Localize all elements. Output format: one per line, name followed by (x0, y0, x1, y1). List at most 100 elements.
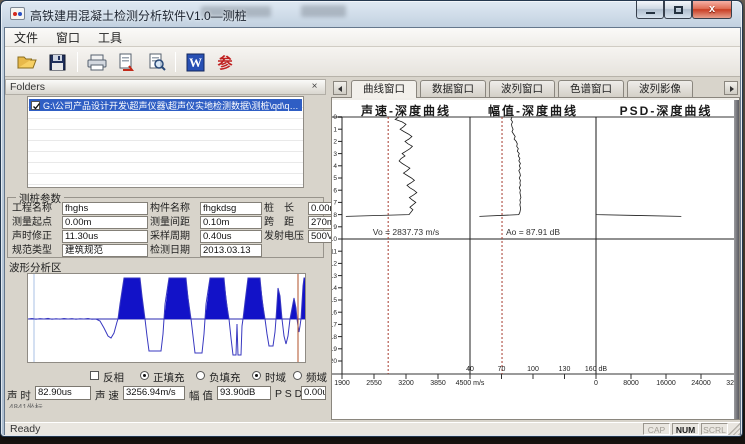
param-field[interactable]: 500V (308, 230, 332, 243)
word-export-button[interactable]: W (183, 50, 207, 74)
toolbar-separator (175, 52, 176, 72)
x-tick-label: 24000 (691, 380, 711, 387)
folders-close-icon[interactable]: × (308, 80, 321, 93)
status-flag-num: NUM (672, 423, 699, 435)
folders-panel-header: Folders × (5, 79, 326, 95)
folder-path: G:\公司产品设计开发\超声仪器\超声仪实地检测数据\测桩\qd\qd03\qd… (43, 99, 302, 111)
svg-text:W: W (189, 55, 202, 70)
depth-curves-plot: 0123456789101112131415161718192019002550… (332, 100, 736, 419)
x-tick-label: 4500 m/s (456, 380, 485, 387)
fill-positive-label: 正填充 (153, 370, 185, 385)
param-field[interactable]: 0.10m (200, 216, 262, 229)
amplitude-depth-header: 幅值-深度曲线 (470, 102, 596, 119)
curve-window-panel: 声速-深度曲线 幅值-深度曲线 PSD-深度曲线 012345678910111… (331, 97, 740, 420)
depth-tick-label: 12 (332, 261, 337, 268)
param-field[interactable]: 0.00m (308, 202, 332, 215)
tab-bar: 曲线窗口 数据窗口 波列窗口 色谱窗口 波列影像 (331, 80, 740, 97)
print-button[interactable] (85, 50, 109, 74)
time-domain-label: 时域 (265, 370, 286, 385)
tab-scroll-right-icon[interactable] (724, 81, 738, 95)
depth-tick-label: 7 (333, 200, 337, 207)
x-tick-label: 1900 (334, 380, 350, 387)
readout-label: 声 时 (7, 388, 31, 403)
folder-list[interactable]: G:\公司产品设计开发\超声仪器\超声仪实地检测数据\测桩\qd\qd03\qd… (27, 96, 304, 188)
sound-velocity-field[interactable]: 3256.94m/s (123, 386, 185, 400)
fill-negative-label: 负填充 (209, 370, 241, 385)
curve-annotation: Ao = 87.91 dB (506, 227, 560, 237)
fill-positive-radio[interactable] (140, 371, 149, 380)
tab-wavetrain-window[interactable]: 波列窗口 (489, 80, 555, 97)
param-label: 跨 距 (264, 216, 306, 229)
depth-tick-label: 5 (333, 175, 337, 182)
app-icon (10, 7, 25, 20)
invert-checkbox[interactable] (90, 371, 99, 380)
fill-negative-radio[interactable] (196, 371, 205, 380)
readout-label: 幅 值 (189, 388, 213, 403)
glass-reflection (301, 5, 346, 17)
save-floppy-icon (49, 54, 66, 71)
depth-tick-label: 19 (332, 346, 337, 353)
close-button[interactable]: x (692, 1, 732, 19)
folder-item[interactable]: G:\公司产品设计开发\超声仪器\超声仪实地检测数据\测桩\qd\qd03\qd… (29, 99, 302, 111)
tab-curve-window[interactable]: 曲线窗口 (351, 80, 417, 98)
time-domain-radio[interactable] (252, 371, 261, 380)
x-tick-label: 0 (594, 380, 598, 387)
depth-curve (479, 117, 521, 216)
depth-tick-label: 13 (332, 273, 337, 280)
param-field[interactable]: 270mm (308, 216, 332, 229)
maximize-button[interactable] (664, 1, 692, 19)
param-field[interactable]: 11.30us (62, 230, 148, 243)
depth-tick-label: 14 (332, 285, 337, 292)
psd-field[interactable]: 0.00us^2/m (301, 386, 326, 400)
tab-data-window[interactable]: 数据窗口 (420, 80, 486, 97)
param-field[interactable]: 2013.03.13 (200, 244, 262, 257)
menu-item-file[interactable]: 文件 (5, 27, 47, 48)
readout-label: P S D (275, 388, 302, 400)
param-field[interactable]: 0.40us (200, 230, 262, 243)
param-field[interactable]: 建筑规范 (62, 244, 148, 257)
x-tick-label: 70 (498, 366, 506, 373)
waveform-canvas (27, 273, 306, 363)
check-icon (32, 102, 41, 111)
resize-grip[interactable] (728, 423, 740, 435)
pile-params-groupbox: 测桩参数 工程名称fhghs构件名称fhgkdsg桩 长0.00m测量起点0.0… (7, 197, 324, 258)
tab-wavetrain-image[interactable]: 波列影像 (627, 80, 693, 97)
status-flag-cap: CAP (643, 423, 670, 435)
param-field[interactable]: 0.00m (62, 216, 148, 229)
menu-item-window[interactable]: 窗口 (47, 27, 89, 48)
depth-tick-label: 8 (333, 212, 337, 219)
param-field[interactable]: fhghs (62, 202, 148, 215)
print-preview-button[interactable] (145, 50, 169, 74)
freq-domain-radio[interactable] (293, 371, 302, 380)
depth-tick-label: 1 (333, 126, 337, 133)
save-button[interactable] (45, 50, 69, 74)
sound-time-field[interactable]: 82.90us (35, 386, 91, 400)
depth-tick-label: 10 (332, 236, 337, 243)
folder-checkbox[interactable] (31, 101, 40, 110)
x-tick-label: 16000 (656, 380, 676, 387)
amplitude-field[interactable]: 93.90dB (217, 386, 271, 400)
depth-tick-label: 18 (332, 334, 337, 341)
export-report-button[interactable] (115, 50, 139, 74)
readout-label: 声 速 (95, 388, 119, 403)
tab-spectrum-window[interactable]: 色谱窗口 (558, 80, 624, 97)
toolbar-separator (77, 52, 78, 72)
vertical-scrollbar[interactable] (734, 100, 739, 419)
page-export-icon (118, 53, 136, 71)
depth-tick-label: 15 (332, 297, 337, 304)
param-label: 采样周期 (150, 230, 198, 243)
folders-title: Folders (10, 81, 45, 93)
depth-tick-label: 3 (333, 151, 337, 158)
waveform-plot (28, 274, 305, 362)
param-field[interactable]: fhgkdsg (200, 202, 262, 215)
minimize-button[interactable] (636, 1, 664, 19)
tab-scroll-left-icon[interactable] (333, 81, 347, 95)
open-file-button[interactable] (15, 50, 39, 74)
toolbar: W 参 (5, 47, 740, 77)
title-bar[interactable]: 高铁建用混凝土检测分析软件V1.0—测桩 x (1, 1, 742, 27)
param-label: 规范类型 (12, 244, 60, 257)
parameter-button[interactable]: 参 (213, 50, 237, 74)
x-tick-label: 2550 (366, 380, 382, 387)
menu-item-tools[interactable]: 工具 (89, 27, 131, 48)
param-label: 工程名称 (12, 202, 60, 215)
